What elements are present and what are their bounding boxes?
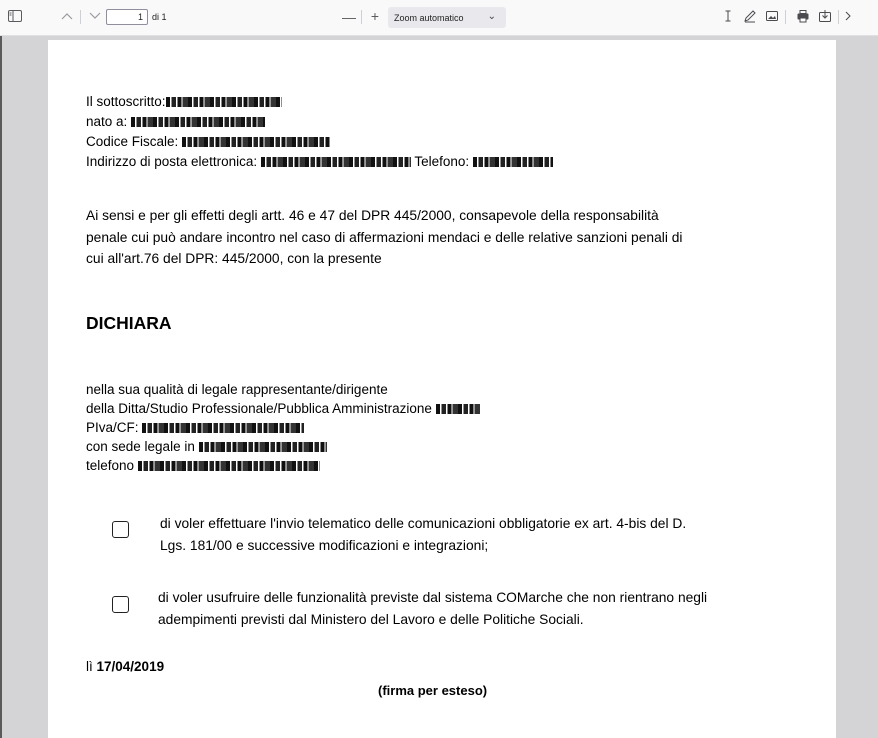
intro-line-3: cui all'art.76 del DPR: 445/2000, con la… [86, 251, 382, 266]
redacted-birthplace [131, 117, 266, 127]
email-line: Indirizzo di posta elettronica: Telefono… [86, 152, 553, 172]
piva-label: PIva/CF: [86, 420, 139, 435]
intro-line-1: Ai sensi e per gli effetti degli artt. 4… [86, 208, 659, 223]
sidebar-toggle-icon[interactable] [8, 10, 22, 22]
option-1-text: di voler effettuare l'invio telematico d… [160, 513, 686, 556]
telefono2-label: telefono [86, 458, 135, 473]
redacted-company-name [435, 404, 480, 414]
piva-line: PIva/CF: [86, 418, 305, 438]
redacted-address [198, 442, 327, 452]
zoom-out-icon: — [342, 9, 356, 25]
redacted-company-phone [137, 461, 320, 471]
signature-label: (firma per esteso) [378, 683, 488, 698]
date-prefix: lì [86, 659, 97, 674]
sottoscritto-line: Il sottoscritto: [86, 92, 282, 112]
redacted-piva [142, 423, 305, 433]
next-page-button[interactable] [88, 9, 102, 23]
quality-line-2: della Ditta/Studio Professionale/Pubblic… [86, 399, 480, 419]
sottoscritto-label: Il sottoscritto: [86, 94, 166, 109]
viewer-left-border [0, 36, 2, 738]
redacted-name [165, 97, 282, 107]
redacted-codice-fiscale [182, 137, 331, 147]
sede-label: con sede legale in [86, 439, 195, 454]
telefono-line: telefono [86, 456, 320, 476]
zoom-out-button[interactable]: — [342, 9, 356, 25]
intro-line-2: penale cui può andare incontro nel caso … [86, 229, 683, 245]
toolbar-divider [838, 10, 839, 24]
option-2-line-1: di voler usufruire delle funzionalità pr… [158, 590, 708, 605]
option-1-line-1: di voler effettuare l'invio telematico d… [160, 516, 687, 531]
chevron-down-icon [89, 12, 101, 19]
dichiara-heading: DICHIARA [86, 313, 172, 333]
date-line: lì 17/04/2019 [86, 657, 164, 677]
telefono-label: Telefono: [414, 154, 470, 169]
image-icon[interactable] [765, 9, 779, 23]
chevron-up-icon [61, 13, 73, 20]
zoom-in-button[interactable]: + [368, 8, 382, 24]
intro-paragraph: Ai sensi e per gli effetti degli artt. 4… [86, 205, 806, 270]
codice-fiscale-label: Codice Fiscale: [86, 134, 179, 149]
zoom-select[interactable]: Zoom automatico ⌄ [388, 7, 506, 28]
chevron-down-icon: ⌄ [487, 11, 496, 22]
previous-page-button[interactable] [60, 9, 74, 23]
quality-line-1: nella sua qualità di legale rappresentan… [86, 382, 388, 397]
save-icon[interactable] [818, 9, 832, 23]
page-number-input[interactable] [106, 9, 148, 25]
zoom-select-value: Zoom automatico [394, 12, 464, 23]
option-1-line-2: Lgs. 181/00 e successive modificazioni e… [160, 537, 489, 553]
print-icon[interactable] [796, 9, 810, 23]
option-2-text: di voler usufruire delle funzionalità pr… [158, 587, 707, 630]
redacted-email [260, 157, 411, 167]
option-1-checkbox[interactable] [112, 521, 129, 538]
email-label: Indirizzo di posta elettronica: [86, 154, 258, 169]
codice-fiscale-line: Codice Fiscale: [86, 132, 331, 152]
ditta-label: della Ditta/Studio Professionale/Pubblic… [86, 401, 432, 416]
nato-line: nato a: [86, 112, 266, 132]
pdf-page: Il sottoscritto: nato a: Codice Fiscale:… [48, 40, 836, 738]
overflow-chevron-icon[interactable] [844, 9, 852, 23]
zoom-in-icon: + [370, 8, 380, 24]
pen-icon[interactable] [743, 9, 757, 23]
redacted-phone [472, 157, 553, 167]
pdf-toolbar: di 1 — + Zoom automatico ⌄ [0, 0, 878, 36]
text-cursor-icon[interactable] [721, 9, 735, 23]
toolbar-divider [785, 10, 786, 24]
nato-label: nato a: [86, 114, 128, 129]
toolbar-divider [80, 10, 81, 24]
option-2-line-2: adempimenti previsti dal Ministero del L… [158, 611, 584, 627]
option-2-checkbox[interactable] [112, 596, 129, 613]
date-value: 17/04/2019 [96, 659, 165, 674]
page-total-label: di 1 [152, 12, 167, 22]
toolbar-divider [361, 10, 362, 24]
sede-line: con sede legale in [86, 437, 327, 457]
